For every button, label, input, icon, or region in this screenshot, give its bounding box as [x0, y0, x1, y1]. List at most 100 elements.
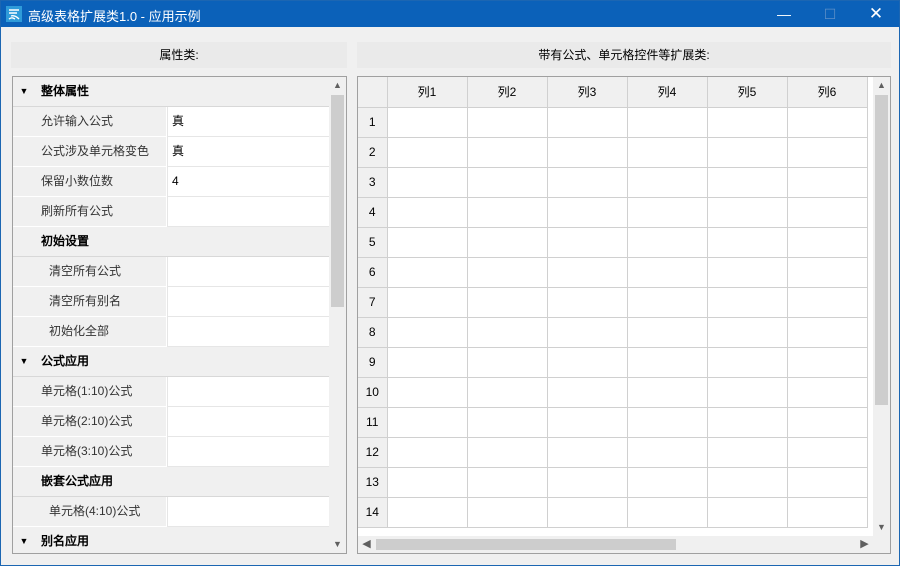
grid-cell[interactable] [627, 317, 708, 348]
grid-cell[interactable] [787, 347, 868, 378]
grid-cell[interactable] [387, 227, 468, 258]
grid-cell[interactable] [627, 437, 708, 468]
grid-cell[interactable] [467, 227, 548, 258]
grid-cell[interactable] [707, 407, 788, 438]
property-value[interactable] [167, 317, 329, 347]
scroll-up-arrow-icon[interactable]: ▲ [873, 77, 890, 94]
grid-cell[interactable] [627, 287, 708, 318]
grid-cell[interactable] [707, 197, 788, 228]
grid-cell[interactable] [387, 107, 468, 138]
grid-cell[interactable] [787, 317, 868, 348]
property-category[interactable]: ▼ 别名应用 [13, 527, 329, 553]
grid-cell[interactable] [627, 137, 708, 168]
scroll-thumb[interactable] [376, 539, 676, 550]
grid-cell[interactable] [787, 197, 868, 228]
grid-cell[interactable] [707, 257, 788, 288]
row-header[interactable]: 2 [358, 137, 388, 168]
grid-corner-header[interactable] [358, 77, 388, 108]
grid-cell[interactable] [467, 257, 548, 288]
property-row[interactable]: 单元格(4:10)公式 [13, 497, 329, 527]
grid-cell[interactable] [387, 407, 468, 438]
grid-cell[interactable] [787, 257, 868, 288]
grid-cell[interactable] [547, 197, 628, 228]
grid-cell[interactable] [547, 377, 628, 408]
property-row[interactable]: 单元格(2:10)公式 [13, 407, 329, 437]
grid-cell[interactable] [627, 167, 708, 198]
property-row[interactable]: 刷新所有公式 [13, 197, 329, 227]
grid-cell[interactable] [627, 407, 708, 438]
row-header[interactable]: 10 [358, 377, 388, 408]
grid-cell[interactable] [547, 437, 628, 468]
grid-cell[interactable] [467, 197, 548, 228]
property-category[interactable]: ▼ 公式应用 [13, 347, 329, 377]
grid-cell[interactable] [707, 497, 788, 528]
grid-cell[interactable] [467, 437, 548, 468]
grid-cell[interactable] [707, 227, 788, 258]
grid-cell[interactable] [707, 287, 788, 318]
grid-cell[interactable] [787, 107, 868, 138]
title-bar[interactable]: 高级表格扩展类1.0 - 应用示例 — ☐ ✕ [1, 1, 899, 27]
property-value[interactable] [167, 257, 329, 287]
property-row[interactable]: 单元格(1:10)公式 [13, 377, 329, 407]
property-row[interactable]: 公式涉及单元格变色真 [13, 137, 329, 167]
property-value[interactable] [167, 287, 329, 317]
grid-cell[interactable] [627, 467, 708, 498]
grid-cell[interactable] [467, 497, 548, 528]
grid-cell[interactable] [547, 167, 628, 198]
grid-cell[interactable] [547, 257, 628, 288]
grid-cell[interactable] [707, 377, 788, 408]
grid-cell[interactable] [467, 317, 548, 348]
row-header[interactable]: 8 [358, 317, 388, 348]
column-header[interactable]: 列2 [467, 77, 548, 108]
grid-cell[interactable] [707, 467, 788, 498]
grid-cell[interactable] [707, 137, 788, 168]
grid-cell[interactable] [787, 227, 868, 258]
row-header[interactable]: 3 [358, 167, 388, 198]
grid-cell[interactable] [787, 137, 868, 168]
grid-cell[interactable] [787, 287, 868, 318]
grid-cell[interactable] [547, 467, 628, 498]
grid-cell[interactable] [387, 347, 468, 378]
grid-cell[interactable] [467, 467, 548, 498]
grid-cell[interactable] [547, 317, 628, 348]
property-category[interactable]: ▼ 整体属性 [13, 77, 329, 107]
grid-cell[interactable] [387, 317, 468, 348]
scroll-left-arrow-icon[interactable]: ◀ [358, 536, 375, 553]
grid-cell[interactable] [547, 347, 628, 378]
property-value[interactable]: 4 [167, 167, 329, 197]
grid-cell[interactable] [467, 107, 548, 138]
grid-cell[interactable] [547, 287, 628, 318]
grid-cell[interactable] [707, 437, 788, 468]
grid-cell[interactable] [547, 137, 628, 168]
grid-cell[interactable] [387, 467, 468, 498]
property-value[interactable] [167, 407, 329, 437]
grid-cell[interactable] [387, 437, 468, 468]
grid-cell[interactable] [787, 437, 868, 468]
grid-cell[interactable] [387, 497, 468, 528]
grid-cell[interactable] [787, 167, 868, 198]
row-header[interactable]: 9 [358, 347, 388, 378]
column-header[interactable]: 列3 [547, 77, 628, 108]
property-row[interactable]: 允许输入公式真 [13, 107, 329, 137]
grid-cell[interactable] [467, 167, 548, 198]
scroll-down-arrow-icon[interactable]: ▼ [329, 536, 346, 553]
grid-cell[interactable] [787, 497, 868, 528]
row-header[interactable]: 7 [358, 287, 388, 318]
grid-cell[interactable] [387, 287, 468, 318]
grid-cell[interactable] [627, 197, 708, 228]
grid-cell[interactable] [787, 407, 868, 438]
row-header[interactable]: 14 [358, 497, 388, 528]
scroll-down-arrow-icon[interactable]: ▼ [873, 519, 890, 536]
row-header[interactable]: 5 [358, 227, 388, 258]
grid-cell[interactable] [387, 257, 468, 288]
expand-arrow-icon[interactable]: ▼ [13, 77, 35, 106]
property-value[interactable] [167, 197, 329, 227]
row-header[interactable]: 1 [358, 107, 388, 138]
property-value[interactable] [167, 377, 329, 407]
grid-cell[interactable] [387, 137, 468, 168]
grid-cell[interactable] [707, 167, 788, 198]
column-header[interactable]: 列1 [387, 77, 468, 108]
property-value[interactable]: 真 [167, 137, 329, 167]
grid-cell[interactable] [547, 407, 628, 438]
maximize-button[interactable]: ☐ [807, 1, 853, 27]
